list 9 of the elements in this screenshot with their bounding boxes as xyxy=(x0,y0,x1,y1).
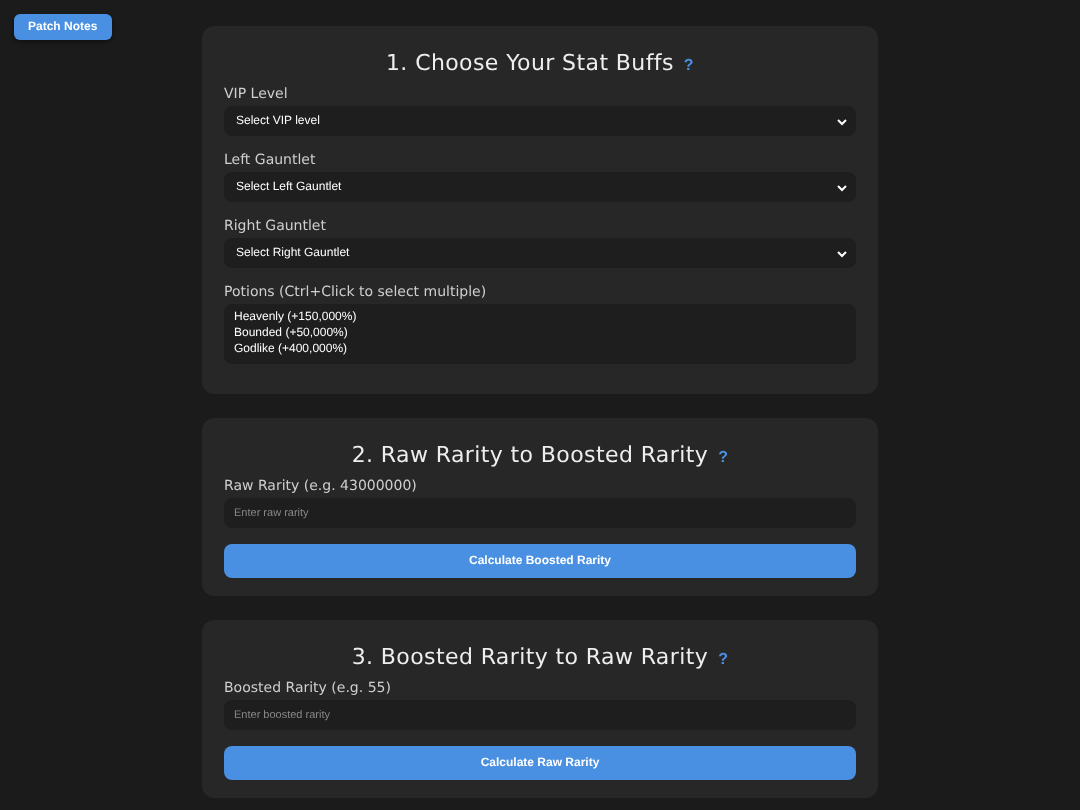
help-link[interactable]: ? xyxy=(718,650,729,668)
chevron-down-icon xyxy=(836,115,848,127)
card-title: 1. Choose Your Stat Buffs xyxy=(385,50,674,76)
chevron-down-icon xyxy=(836,181,848,193)
chevron-down-icon xyxy=(836,247,848,259)
card-title: 2. Raw Rarity to Boosted Rarity xyxy=(351,442,709,468)
card-title: 3. Boosted Rarity to Raw Rarity xyxy=(351,644,709,670)
help-link[interactable]: ? xyxy=(683,56,694,74)
help-link[interactable]: ? xyxy=(718,448,729,466)
